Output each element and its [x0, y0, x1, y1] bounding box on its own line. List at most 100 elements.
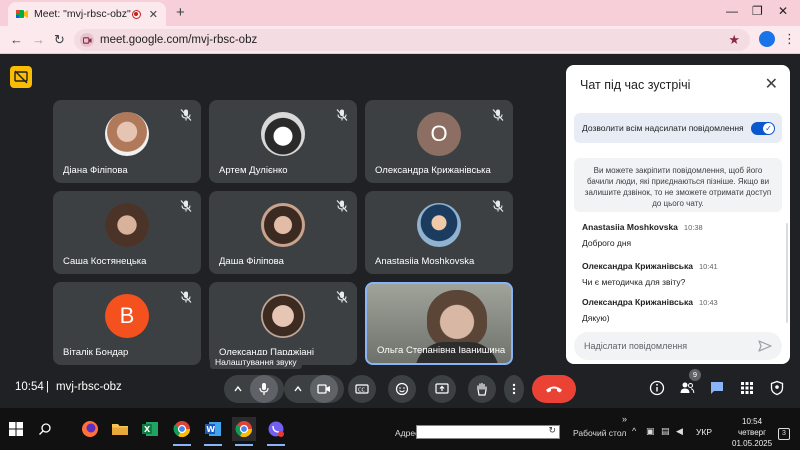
system-date: 01.05.2025 — [732, 439, 773, 448]
windows-taskbar: X W Адрес ↻ Рабочий стол » ^ ▣ ▤ ◀ УКР 1… — [0, 408, 800, 450]
tray-expand-icon[interactable]: ^ — [632, 426, 636, 436]
excel-icon[interactable]: X — [138, 417, 162, 441]
window-close-icon[interactable]: ✕ — [778, 4, 788, 18]
system-weekday: четверг — [738, 428, 767, 437]
participant-name: Саша Костянецька — [63, 256, 147, 267]
audio-settings-chevron-icon[interactable] — [224, 375, 252, 403]
emoji-reactions-icon[interactable] — [388, 375, 416, 403]
meet-favicon-icon — [16, 10, 28, 18]
browser-tab[interactable]: Meet: "mvj-rbsc-obz" ✕ — [8, 2, 166, 26]
participant-tile[interactable]: В Віталік Бондар — [53, 282, 201, 365]
allow-messages-toggle[interactable] — [751, 122, 775, 135]
message-time: 10:38 — [683, 223, 703, 232]
chat-input-placeholder: Надіслати повідомлення — [584, 341, 688, 351]
address-toolbar-input[interactable]: ↻ — [416, 425, 560, 439]
raise-hand-icon[interactable] — [468, 375, 496, 403]
message-sender: Anastasiia Moshkovska — [582, 222, 678, 232]
message-text: Дякую) — [582, 313, 610, 323]
allow-messages-row: Дозволити всім надсилати повідомлення — [574, 113, 782, 143]
omnibox[interactable]: meet.google.com/mvj-rbsc-obz ★ — [74, 29, 750, 51]
viber-icon[interactable] — [264, 417, 288, 446]
send-icon[interactable] — [758, 339, 772, 353]
host-controls-icon[interactable] — [767, 378, 787, 398]
message-sender: Олександра Крижанівська — [582, 261, 693, 271]
leave-call-icon[interactable] — [532, 375, 576, 403]
firefox-icon[interactable] — [78, 417, 102, 441]
restore-icon[interactable]: ❐ — [752, 4, 763, 18]
people-icon[interactable] — [677, 378, 697, 398]
participant-name: Діана Філіпова — [63, 165, 128, 176]
video-face — [427, 290, 487, 348]
participant-name: Артем Дулієнко — [219, 165, 288, 176]
mic-off-icon — [492, 200, 504, 212]
meeting-code: mvj-rbsc-obz — [56, 381, 122, 393]
word-icon[interactable]: W — [201, 417, 225, 446]
svg-text:X: X — [144, 425, 151, 434]
chat-icon[interactable] — [707, 378, 727, 398]
message-time: 10:43 — [698, 298, 718, 307]
bookmark-star-icon[interactable]: ★ — [728, 32, 740, 48]
message-text: Доброго дня — [582, 238, 632, 248]
address-go-icon[interactable]: ↻ — [548, 425, 556, 436]
participants-count-badge: 9 — [689, 369, 701, 381]
participant-tile[interactable]: Ольга Степанівна Іванишина — [365, 282, 513, 365]
chat-scrollbar[interactable] — [786, 223, 788, 323]
url-text: meet.google.com/mvj-rbsc-obz — [100, 34, 258, 46]
participant-tile[interactable]: Артем Дулієнко — [209, 100, 357, 183]
chrome-icon[interactable] — [170, 417, 194, 446]
participant-tile[interactable]: Саша Костянецька — [53, 191, 201, 274]
mic-off-icon — [336, 109, 348, 121]
meeting-details-icon[interactable] — [647, 378, 667, 398]
forward-icon[interactable]: → — [32, 32, 45, 47]
desktop-toolbar-label[interactable]: Рабочий стол — [573, 428, 626, 438]
close-chat-icon[interactable]: ✕ — [765, 74, 778, 94]
participant-tile[interactable]: Діана Філіпова — [53, 100, 201, 183]
chat-input[interactable]: Надіслати повідомлення — [574, 332, 782, 360]
participant-name: Віталік Бондар — [63, 347, 129, 358]
participant-tile[interactable]: Anastasiia Moshkovska — [365, 191, 513, 274]
toolbar-overflow-icon[interactable]: » — [622, 414, 627, 424]
mic-off-icon — [492, 109, 504, 121]
more-options-icon[interactable] — [504, 375, 524, 403]
pin-notice: Ви можете закріпити повідомлення, щоб йо… — [574, 158, 782, 212]
file-explorer-icon[interactable] — [108, 417, 132, 441]
participant-tile[interactable]: Даша Філіпова — [209, 191, 357, 274]
video-settings-chevron-icon[interactable] — [284, 375, 312, 403]
present-screen-icon[interactable] — [428, 375, 456, 403]
minimize-icon[interactable]: — — [726, 4, 738, 18]
microphone-icon[interactable] — [250, 375, 278, 403]
message-time: 10:41 — [698, 262, 718, 271]
browser-toolbar: ← → ↻ meet.google.com/mvj-rbsc-obz ★ — [0, 26, 800, 54]
profile-avatar[interactable] — [759, 31, 775, 47]
back-icon[interactable]: ← — [10, 32, 23, 47]
svg-text:W: W — [206, 425, 215, 434]
browser-menu-icon[interactable]: ⋮ — [783, 31, 796, 47]
camera-icon[interactable] — [310, 375, 338, 403]
system-time: 10:54 — [742, 417, 763, 426]
tray-app-icon[interactable]: ▣ — [646, 426, 655, 437]
site-info-icon[interactable] — [80, 33, 94, 47]
notifications-icon[interactable]: 3 — [778, 428, 790, 440]
new-tab-icon[interactable]: + — [176, 5, 185, 20]
svg-text:CC: CC — [358, 388, 365, 394]
tab-close-icon[interactable]: ✕ — [149, 8, 158, 21]
activities-icon[interactable] — [737, 378, 757, 398]
participant-avatar: О — [417, 112, 461, 156]
system-clock[interactable]: 10:54 четверг 01.05.2025 — [732, 416, 772, 449]
windows-start-icon[interactable] — [4, 417, 28, 441]
input-language[interactable]: УКР — [696, 427, 712, 437]
participant-tile[interactable]: Олександр Парджіані — [209, 282, 357, 365]
participant-tile[interactable]: О Олександра Крижанівська — [365, 100, 513, 183]
network-icon[interactable]: ▤ — [661, 426, 670, 437]
chat-panel: Чат під час зустрічі ✕ Дозволити всім на… — [566, 65, 790, 364]
audio-settings-tooltip: Налаштування звуку — [210, 355, 302, 369]
volume-icon[interactable]: ◀ — [676, 426, 683, 437]
captions-icon[interactable]: CC — [348, 375, 376, 403]
presentation-off-icon[interactable] — [10, 66, 32, 88]
recording-indicator-icon — [131, 9, 141, 19]
search-icon[interactable] — [33, 417, 57, 441]
participant-avatar — [105, 203, 149, 247]
reload-icon[interactable]: ↻ — [54, 32, 65, 48]
meeting-clock: 10:54 — [15, 381, 44, 393]
chrome-active-icon[interactable] — [232, 417, 256, 446]
